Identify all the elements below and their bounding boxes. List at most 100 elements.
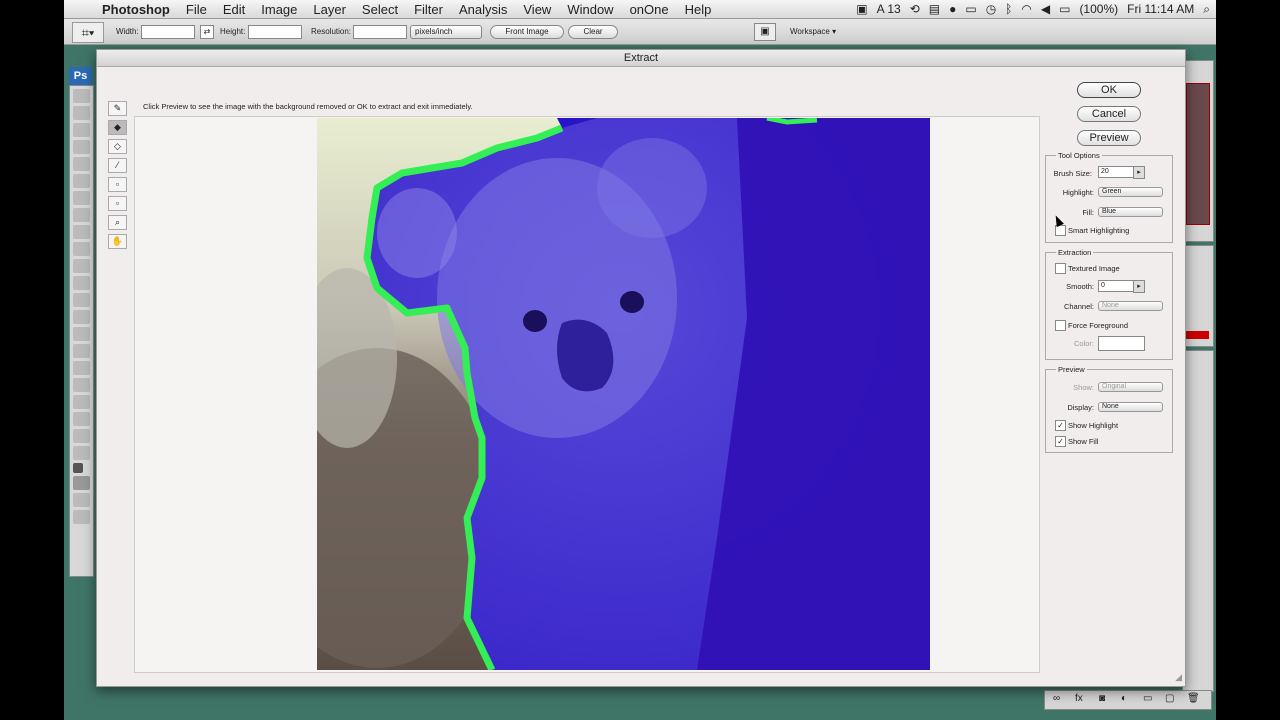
slice-tool-icon[interactable] <box>73 174 90 188</box>
color-swatch[interactable] <box>1098 336 1145 351</box>
display-select[interactable]: None <box>1098 402 1163 412</box>
new-group-icon[interactable]: ▭ <box>1143 693 1152 704</box>
time-machine-icon[interactable]: ◷ <box>986 2 996 16</box>
path-selection-tool-icon[interactable] <box>73 361 90 375</box>
ok-button[interactable]: OK <box>1077 82 1141 98</box>
sync-icon[interactable]: ⟲ <box>910 2 920 16</box>
zoom-tool-icon[interactable] <box>73 446 90 460</box>
brush-size-input[interactable]: 20 <box>1098 166 1134 178</box>
menu-help[interactable]: Help <box>685 2 712 17</box>
clone-stamp-tool-icon[interactable] <box>73 225 90 239</box>
show-highlight-checkbox[interactable]: ✓ <box>1055 420 1066 431</box>
eraser-tool-icon[interactable] <box>73 259 90 273</box>
new-layer-icon[interactable]: ▢ <box>1165 693 1174 704</box>
front-image-button[interactable]: Front Image <box>490 25 564 39</box>
workspace-menu[interactable]: Workspace ▾ <box>790 27 836 36</box>
smooth-slider-icon[interactable]: ▸ <box>1133 280 1145 293</box>
marquee-tool-icon[interactable] <box>73 106 90 120</box>
smooth-input[interactable]: 0 <box>1098 280 1134 292</box>
notes-tool-icon[interactable] <box>73 395 90 409</box>
camera-icon[interactable]: ▣ <box>856 2 867 16</box>
resize-grip-icon[interactable]: ◢ <box>1175 672 1182 683</box>
menu-window[interactable]: Window <box>567 2 613 17</box>
menu-view[interactable]: View <box>523 2 551 17</box>
smooth-label: Smooth: <box>1066 282 1094 291</box>
hand-icon[interactable]: ✋ <box>108 234 127 249</box>
add-mask-icon[interactable]: ◙ <box>1099 693 1105 704</box>
foreground-color-swatch[interactable] <box>73 463 83 473</box>
quick-mask-icon[interactable] <box>73 493 90 507</box>
color-palette <box>1182 245 1214 347</box>
resolution-units-value: pixels/inch <box>415 27 453 36</box>
volume-icon[interactable]: ◀ <box>1041 2 1050 16</box>
clear-button[interactable]: Clear <box>568 25 618 39</box>
preview-button[interactable]: Preview <box>1077 130 1141 146</box>
resolution-units-select[interactable]: pixels/inch <box>410 25 482 39</box>
edge-highlighter-icon[interactable]: ✎ <box>108 101 127 116</box>
type-tool-icon[interactable] <box>73 344 90 358</box>
gradient-tool-icon[interactable] <box>73 276 90 290</box>
layers-palette-footer: ∞ fx ◙ ◐ ▭ ▢ 🗑 <box>1044 690 1212 710</box>
eyedropper-tool-icon[interactable] <box>73 412 90 426</box>
clock[interactable]: Fri 11:14 AM <box>1127 2 1194 16</box>
cleanup-tool-icon[interactable]: ▫ <box>108 177 127 192</box>
hand-tool-icon[interactable] <box>73 429 90 443</box>
dodge-tool-icon[interactable] <box>73 310 90 324</box>
menu-analysis[interactable]: Analysis <box>459 2 507 17</box>
background-color-swatch[interactable] <box>73 476 90 490</box>
move-tool-icon[interactable] <box>73 89 90 103</box>
palette-well-icon[interactable]: ▣ <box>754 23 776 41</box>
battery-icon[interactable]: ▭ <box>1059 2 1070 16</box>
brush-size-slider-icon[interactable]: ▸ <box>1133 166 1145 179</box>
menu-file[interactable]: File <box>186 2 207 17</box>
menu-onone[interactable]: onOne <box>630 2 669 17</box>
crop-tool-icon[interactable] <box>73 157 90 171</box>
brush-tool-icon[interactable] <box>73 208 90 222</box>
document-icon[interactable]: ▤ <box>929 2 940 16</box>
adjustment-layer-icon[interactable]: ◐ <box>1121 693 1127 704</box>
channel-label: Channel: <box>1063 302 1094 311</box>
eyedropper-icon[interactable]: ⁄ <box>108 158 127 173</box>
width-input[interactable] <box>141 25 195 39</box>
adobe-updates-icon[interactable]: A 13 <box>877 2 901 16</box>
blur-tool-icon[interactable] <box>73 293 90 307</box>
swap-icon[interactable]: ⇄ <box>200 25 214 39</box>
display-icon[interactable]: ▭ <box>965 2 976 16</box>
fill-tool-icon[interactable]: ◆ <box>108 120 127 135</box>
crop-tool-preset-icon[interactable]: ⌗▾ <box>72 22 104 43</box>
show-fill-checkbox[interactable]: ✓ <box>1055 436 1066 447</box>
menu-select[interactable]: Select <box>362 2 398 17</box>
layer-style-icon[interactable]: fx <box>1075 693 1083 704</box>
record-icon[interactable]: ● <box>949 2 956 16</box>
trash-icon[interactable]: 🗑 <box>1187 693 1200 704</box>
menu-filter[interactable]: Filter <box>414 2 443 17</box>
lasso-tool-icon[interactable] <box>73 123 90 137</box>
link-layers-icon[interactable]: ∞ <box>1053 693 1060 704</box>
menu-edit[interactable]: Edit <box>223 2 245 17</box>
fill-select[interactable]: Blue <box>1098 207 1163 217</box>
height-input[interactable] <box>248 25 302 39</box>
show-select[interactable]: Original <box>1098 382 1163 392</box>
history-brush-tool-icon[interactable] <box>73 242 90 256</box>
highlight-select[interactable]: Green <box>1098 187 1163 197</box>
cancel-button[interactable]: Cancel <box>1077 106 1141 122</box>
menu-image[interactable]: Image <box>261 2 297 17</box>
channel-select[interactable]: None <box>1098 301 1163 311</box>
screen-mode-icon[interactable] <box>73 510 90 524</box>
edge-touchup-tool-icon[interactable]: ▫ <box>108 196 127 211</box>
bluetooth-icon[interactable]: ᛒ <box>1005 2 1012 16</box>
menu-layer[interactable]: Layer <box>313 2 346 17</box>
force-foreground-checkbox[interactable] <box>1055 320 1066 331</box>
pen-tool-icon[interactable] <box>73 327 90 341</box>
eraser-icon[interactable]: ◇ <box>108 139 127 154</box>
preview-area[interactable] <box>134 116 1040 673</box>
textured-image-checkbox[interactable] <box>1055 263 1066 274</box>
magic-wand-tool-icon[interactable] <box>73 140 90 154</box>
resolution-input[interactable] <box>353 25 407 39</box>
spotlight-icon[interactable]: ⌕ <box>1203 2 1210 17</box>
zoom-icon[interactable]: ⌕ <box>108 215 127 230</box>
wifi-icon[interactable]: ◠ <box>1021 2 1031 16</box>
healing-brush-tool-icon[interactable] <box>73 191 90 205</box>
shape-tool-icon[interactable] <box>73 378 90 392</box>
app-menu[interactable]: Photoshop <box>102 2 170 17</box>
